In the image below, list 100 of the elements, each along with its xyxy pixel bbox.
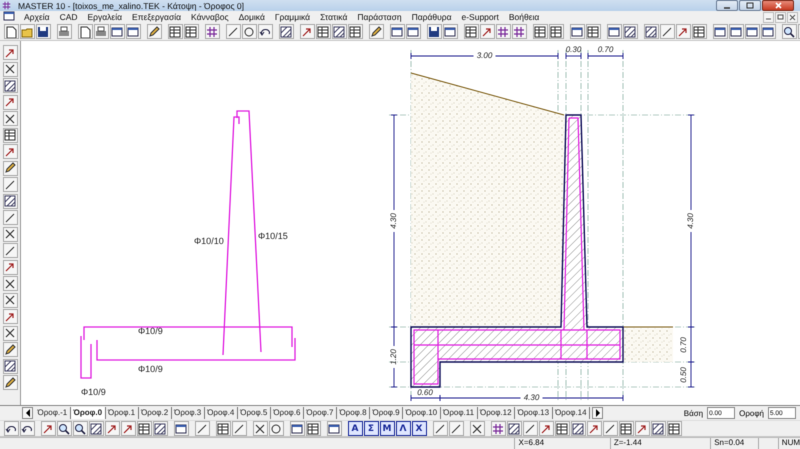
floor-tab[interactable]: Όροφ.8 <box>336 407 370 419</box>
toolbar-button[interactable] <box>512 24 526 39</box>
floor-tab[interactable]: Όροφ.6 <box>270 407 304 419</box>
drawing-canvas[interactable]: Φ10/10 Φ10/15 Φ10/9 Φ10/9 Φ10/9 3.00 0.30 0.70 4.30 4.30 1.20 0.70 0.50 0.60 4.30 <box>21 41 800 405</box>
menu-item[interactable]: Επεξεργασία <box>127 12 186 22</box>
toolbar-button[interactable] <box>532 24 548 39</box>
toolbar-button[interactable] <box>644 24 658 39</box>
toolbar-button[interactable] <box>168 24 182 39</box>
scroll-left-button[interactable] <box>22 407 33 419</box>
toolbar-button[interactable]: Λ <box>396 421 410 436</box>
menu-item[interactable]: CAD <box>54 12 83 22</box>
floor-tab[interactable]: Όροφ.4 <box>204 407 238 419</box>
close-button[interactable] <box>762 0 794 11</box>
toolbar-button[interactable]: M <box>380 421 394 436</box>
toolbar-button[interactable] <box>2 292 18 308</box>
toolbar-button[interactable] <box>184 24 198 39</box>
toolbar-button[interactable] <box>20 421 34 436</box>
toolbar-button[interactable] <box>480 24 494 39</box>
toolbar-button[interactable] <box>496 24 510 39</box>
toolbar-button[interactable] <box>4 24 18 39</box>
toolbar-button[interactable] <box>2 342 18 357</box>
toolbar-button[interactable] <box>2 210 18 225</box>
toolbar-button[interactable] <box>316 24 330 39</box>
toolbar-button[interactable] <box>2 111 18 126</box>
toolbar-button[interactable] <box>622 24 638 39</box>
toolbar-button[interactable] <box>78 24 92 39</box>
toolbar-button[interactable] <box>782 24 796 39</box>
toolbar-button[interactable] <box>390 24 404 39</box>
toolbar-button[interactable] <box>744 24 760 39</box>
toolbar-button[interactable] <box>676 24 690 39</box>
toolbar-button[interactable] <box>258 24 272 39</box>
toolbar-button[interactable] <box>2 194 18 208</box>
toolbar-button[interactable] <box>94 24 108 39</box>
toolbar-button[interactable] <box>120 421 136 436</box>
toolbar-button[interactable] <box>174 421 188 436</box>
toolbar-button[interactable] <box>348 24 362 39</box>
toolbar-button[interactable] <box>660 24 674 39</box>
toolbar-button[interactable] <box>300 24 314 39</box>
toolbar-button[interactable] <box>712 24 728 39</box>
floor-tab[interactable]: Όροφ.7 <box>304 407 337 419</box>
toolbar-button[interactable] <box>490 421 506 436</box>
menu-item[interactable]: e-Support <box>456 12 504 22</box>
toolbar-button[interactable] <box>56 24 72 39</box>
toolbar-button[interactable] <box>2 326 18 340</box>
toolbar-button[interactable] <box>2 260 18 274</box>
toolbar-button[interactable] <box>448 421 464 436</box>
toolbar-button[interactable] <box>426 24 442 39</box>
toolbar-button[interactable] <box>406 24 420 39</box>
toolbar-button[interactable] <box>126 24 140 39</box>
toolbar-button[interactable] <box>650 421 666 436</box>
toolbar-button[interactable] <box>2 375 18 390</box>
toolbar-button[interactable] <box>586 421 602 436</box>
toolbar-button[interactable] <box>570 24 584 39</box>
floor-tab[interactable]: Όροφ.3 <box>172 407 205 419</box>
toolbar-button[interactable] <box>2 309 18 324</box>
toolbar-button[interactable] <box>2 45 18 60</box>
toolbar-button[interactable] <box>634 421 650 436</box>
toolbar-button[interactable] <box>332 24 346 39</box>
toolbar-button[interactable] <box>432 421 448 436</box>
menu-item[interactable]: Γραμμικά <box>270 12 316 22</box>
toolbar-button[interactable] <box>368 24 384 39</box>
toolbar-button[interactable] <box>548 24 564 39</box>
toolbar-button[interactable] <box>2 226 18 242</box>
toolbar-button[interactable] <box>136 421 152 436</box>
toolbar-button[interactable] <box>2 358 18 374</box>
toolbar-button[interactable] <box>2 144 18 159</box>
toolbar-button[interactable] <box>110 24 124 39</box>
toolbar-button[interactable] <box>586 24 600 39</box>
toolbar-button[interactable] <box>2 62 18 76</box>
close-button[interactable] <box>787 12 798 22</box>
toolbar-button[interactable] <box>152 421 168 436</box>
toolbar-button[interactable] <box>232 421 246 436</box>
menu-item[interactable]: Εργαλεία <box>82 12 128 22</box>
toolbar-button[interactable] <box>2 78 18 93</box>
toolbar-button[interactable] <box>2 160 18 176</box>
toolbar-button[interactable] <box>464 24 478 39</box>
floor-tab[interactable]: Όροφ.10 <box>403 407 441 419</box>
toolbar-button[interactable] <box>470 421 484 436</box>
floor-tab[interactable]: Όροφ.14 <box>552 407 590 419</box>
toolbar-button[interactable] <box>216 421 230 436</box>
toolbar-button[interactable] <box>326 421 342 436</box>
floor-tab[interactable]: Όροφ.5 <box>238 407 271 419</box>
toolbar-button[interactable] <box>538 421 554 436</box>
toolbar-button[interactable]: X <box>412 421 426 436</box>
maximize-button[interactable] <box>739 0 761 11</box>
toolbar-button[interactable] <box>2 177 18 192</box>
toolbar-button[interactable] <box>522 421 538 436</box>
menu-item[interactable]: Δομικά <box>234 12 270 22</box>
toolbar-button[interactable] <box>692 24 706 39</box>
toolbar-button[interactable] <box>570 421 586 436</box>
toolbar-button[interactable] <box>618 421 634 436</box>
toolbar-button[interactable] <box>2 276 18 291</box>
toolbar-button[interactable] <box>88 421 104 436</box>
menu-item[interactable]: Παράσταση <box>352 12 407 22</box>
toolbar-button[interactable] <box>2 243 18 258</box>
toolbar-button[interactable] <box>252 421 268 436</box>
toolbar-button[interactable] <box>760 24 776 39</box>
toolbar-button[interactable] <box>2 128 18 142</box>
toolbar-button[interactable] <box>278 24 294 39</box>
menu-item[interactable]: Στατικά <box>315 12 352 22</box>
